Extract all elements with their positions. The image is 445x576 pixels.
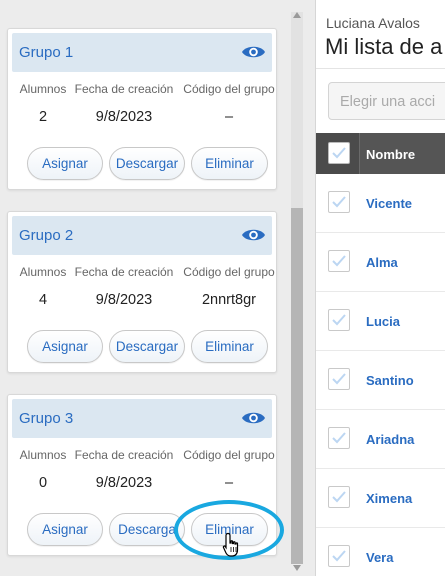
group-title: Grupo 3 [19, 410, 74, 427]
table-row: Lucia [316, 292, 445, 351]
checkmark-icon [332, 373, 346, 385]
student-name-link[interactable]: Ximena [366, 491, 412, 506]
eye-icon[interactable] [241, 225, 266, 245]
group-card: Grupo 2 Alumnos Fecha de creación Código… [7, 211, 277, 373]
scroll-up-arrow-icon[interactable] [293, 12, 301, 18]
group-code: – [224, 475, 234, 491]
download-button[interactable]: Descarga [109, 513, 185, 546]
delete-button[interactable]: Eliminar [191, 513, 268, 546]
group-title: Grupo 2 [19, 227, 74, 244]
code-label: Código del grupo [183, 448, 275, 462]
groups-panel: Grupo 1 Alumnos Fecha de creación Código… [0, 0, 290, 576]
assign-button[interactable]: Asignar [27, 330, 103, 363]
group-column-labels: Alumnos Fecha de creación Código del gru… [8, 82, 276, 98]
action-select-placeholder: Elegir una acci [340, 94, 436, 110]
row-checkbox[interactable] [328, 191, 350, 213]
download-button[interactable]: Descargar [109, 147, 185, 180]
delete-button[interactable]: Eliminar [191, 330, 268, 363]
student-name-link[interactable]: Ariadna [366, 432, 414, 447]
code-label: Código del grupo [183, 265, 275, 279]
eye-icon[interactable] [241, 42, 266, 62]
group-card-header: Grupo 1 [12, 33, 272, 72]
group-column-values: 2 9/8/2023 – [8, 109, 276, 127]
owner-name: Luciana Avalos [326, 15, 420, 31]
row-checkbox[interactable] [328, 486, 350, 508]
group-code: – [224, 109, 234, 125]
checkmark-icon [332, 147, 346, 159]
created-date: 9/8/2023 [95, 475, 153, 491]
created-label: Fecha de creación [74, 265, 174, 279]
table-row: Vicente [316, 174, 445, 233]
assign-button[interactable]: Asignar [27, 147, 103, 180]
checkmark-icon [332, 432, 346, 444]
created-date: 9/8/2023 [95, 292, 153, 308]
students-label: Alumnos [19, 265, 67, 279]
group-card-header: Grupo 3 [12, 399, 272, 438]
table-row: Ximena [316, 469, 445, 528]
assign-button[interactable]: Asignar [27, 513, 103, 546]
group-card-header: Grupo 2 [12, 216, 272, 255]
student-name-link[interactable]: Alma [366, 255, 398, 270]
group-column-labels: Alumnos Fecha de creación Código del gru… [8, 265, 276, 281]
group-title: Grupo 1 [19, 44, 74, 61]
checkmark-icon [332, 255, 346, 267]
table-row: Santino [316, 351, 445, 410]
group-card: Grupo 1 Alumnos Fecha de creación Código… [7, 28, 277, 190]
row-checkbox[interactable] [328, 427, 350, 449]
select-all-checkbox[interactable] [328, 142, 350, 164]
checkmark-icon [332, 550, 346, 562]
group-card: Grupo 3 Alumnos Fecha de creación Código… [7, 394, 277, 556]
student-name-link[interactable]: Lucia [366, 314, 400, 329]
created-label: Fecha de creación [74, 82, 174, 96]
group-code: 2nnrt8gr [201, 292, 257, 308]
student-name-link[interactable]: Santino [366, 373, 414, 388]
group-column-values: 0 9/8/2023 – [8, 475, 276, 493]
download-button[interactable]: Descargar [109, 330, 185, 363]
table-row: Vera [316, 528, 445, 576]
checkmark-icon [332, 196, 346, 208]
list-title: Mi lista de a [325, 34, 443, 59]
group-column-labels: Alumnos Fecha de creación Código del gru… [8, 448, 276, 464]
row-checkbox[interactable] [328, 250, 350, 272]
row-checkbox[interactable] [328, 309, 350, 331]
student-name-link[interactable]: Vera [366, 550, 393, 565]
checkmark-icon [332, 314, 346, 326]
students-count: 4 [38, 292, 48, 308]
students-count: 0 [38, 475, 48, 491]
group-column-values: 4 9/8/2023 2nnrt8gr [8, 292, 276, 310]
students-count: 2 [38, 109, 48, 125]
scroll-down-arrow-icon[interactable] [293, 565, 301, 571]
students-label: Alumnos [19, 448, 67, 462]
table-row: Ariadna [316, 410, 445, 469]
eye-icon[interactable] [241, 408, 266, 428]
students-label: Alumnos [19, 82, 67, 96]
code-label: Código del grupo [183, 82, 275, 96]
scrollbar-thumb[interactable] [291, 208, 303, 564]
table-row: Alma [316, 233, 445, 292]
student-name-link[interactable]: Vicente [366, 196, 412, 211]
created-label: Fecha de creación [74, 448, 174, 462]
select-all-cell [316, 133, 360, 174]
divider [316, 68, 445, 69]
table-header: Nombre [316, 133, 445, 174]
row-checkbox[interactable] [328, 368, 350, 390]
created-date: 9/8/2023 [95, 109, 153, 125]
student-list-panel: Luciana Avalos Mi lista de a Elegir una … [315, 0, 445, 576]
row-checkbox[interactable] [328, 545, 350, 567]
action-select[interactable]: Elegir una acci [328, 82, 445, 120]
column-header-name[interactable]: Nombre [366, 147, 415, 162]
checkmark-icon [332, 491, 346, 503]
delete-button[interactable]: Eliminar [191, 147, 268, 180]
